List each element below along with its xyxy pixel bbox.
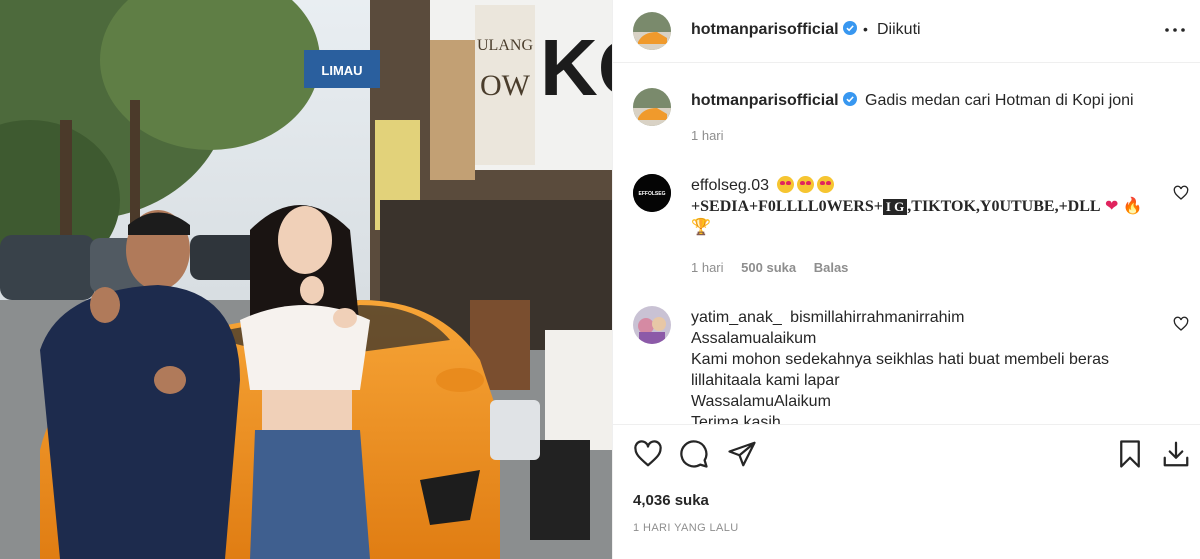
comment-username[interactable]: effolseg.03 xyxy=(691,177,769,194)
comment-line: Assalamualaikum xyxy=(691,330,817,347)
sign-kopi-text: KO xyxy=(540,23,612,112)
comment-avatar[interactable] xyxy=(633,306,671,344)
fire-emoji: 🔥 xyxy=(1122,198,1143,215)
sign-limau-text: LIMAU xyxy=(321,63,362,78)
comment-like-heart-icon[interactable] xyxy=(1173,316,1189,332)
like-count[interactable]: 4,036 suka xyxy=(633,492,709,509)
header-separator: • xyxy=(863,21,868,37)
post-header: hotmanparisofficial • Diikuti xyxy=(613,0,1200,63)
heart-icon[interactable] xyxy=(633,439,663,469)
comment-likes[interactable]: 500 suka xyxy=(741,260,796,275)
follow-status-button[interactable]: Diikuti xyxy=(877,21,921,39)
red-heart-emoji: ❤ xyxy=(1105,198,1119,215)
share-icon[interactable] xyxy=(727,439,757,469)
comment-line: Kami mohon sedekahnya seikhlas hati buat… xyxy=(691,351,1110,368)
trophy-emoji: 🏆 xyxy=(691,219,711,236)
comment-avatar-text: EFFOLSEG xyxy=(639,191,666,197)
comment-avatar[interactable]: EFFOLSEG xyxy=(633,174,671,212)
comment-body: yatim_anak_ bismillahirrahmanirrahim Ass… xyxy=(691,307,1151,424)
bookmark-icon[interactable] xyxy=(1115,439,1145,469)
comments-list[interactable]: hotmanparisofficial Gadis medan cari Hot… xyxy=(613,64,1200,424)
heart-eyes-emoji-group xyxy=(777,176,837,194)
caption-meta: 1 hari xyxy=(691,128,738,143)
post-caption: hotmanparisofficial Gadis medan cari Hot… xyxy=(691,90,1151,111)
comment-meta: 1 hari 500 suka Balas xyxy=(691,260,862,275)
sign-ulang-text: ULANG xyxy=(477,37,533,54)
caption-username[interactable]: hotmanparisofficial xyxy=(691,92,839,109)
verified-badge-icon xyxy=(842,92,857,106)
post-photo: LIMAU KO ULANG OW xyxy=(0,0,612,559)
post-actions: 4,036 suka 1 HARI YANG LALU xyxy=(613,424,1200,559)
sign-ow-text: OW xyxy=(480,69,531,102)
download-icon[interactable] xyxy=(1161,439,1191,469)
author-username[interactable]: hotmanparisofficial xyxy=(691,21,857,39)
more-options-icon[interactable] xyxy=(1163,18,1187,42)
comment-line: lillahitaala kami lapar xyxy=(691,372,840,389)
caption-avatar[interactable] xyxy=(633,88,671,126)
comment-line: WassalamuAlaikum xyxy=(691,393,831,410)
comment-line: bismillahirrahmanirrahim xyxy=(790,309,965,326)
comment-like-heart-icon[interactable] xyxy=(1173,185,1189,201)
caption-time[interactable]: 1 hari xyxy=(691,128,724,143)
author-avatar[interactable] xyxy=(633,12,671,50)
comment-line: Terima kasih xyxy=(691,414,781,424)
comment-icon[interactable] xyxy=(679,439,709,469)
comment-time[interactable]: 1 hari xyxy=(691,260,724,275)
post-timestamp: 1 HARI YANG LALU xyxy=(633,522,739,534)
reply-button[interactable]: Balas xyxy=(814,260,849,275)
comment-line-2: +SEDIA+F0LLLL0WERS+ I G ,TIKTOK,Y0UTUBE,+D… xyxy=(691,198,1101,215)
comment-body: effolseg.03 +SEDIA+F0LLLL0WERS+ I G ,TIKTO… xyxy=(691,175,1151,238)
caption-text: Gadis medan cari Hotman di Kopi joni xyxy=(865,92,1134,109)
post-sidebar: hotmanparisofficial • Diikuti hotmanpari… xyxy=(612,0,1200,559)
verified-badge-icon xyxy=(842,21,857,35)
comment-username[interactable]: yatim_anak_ xyxy=(691,309,782,326)
